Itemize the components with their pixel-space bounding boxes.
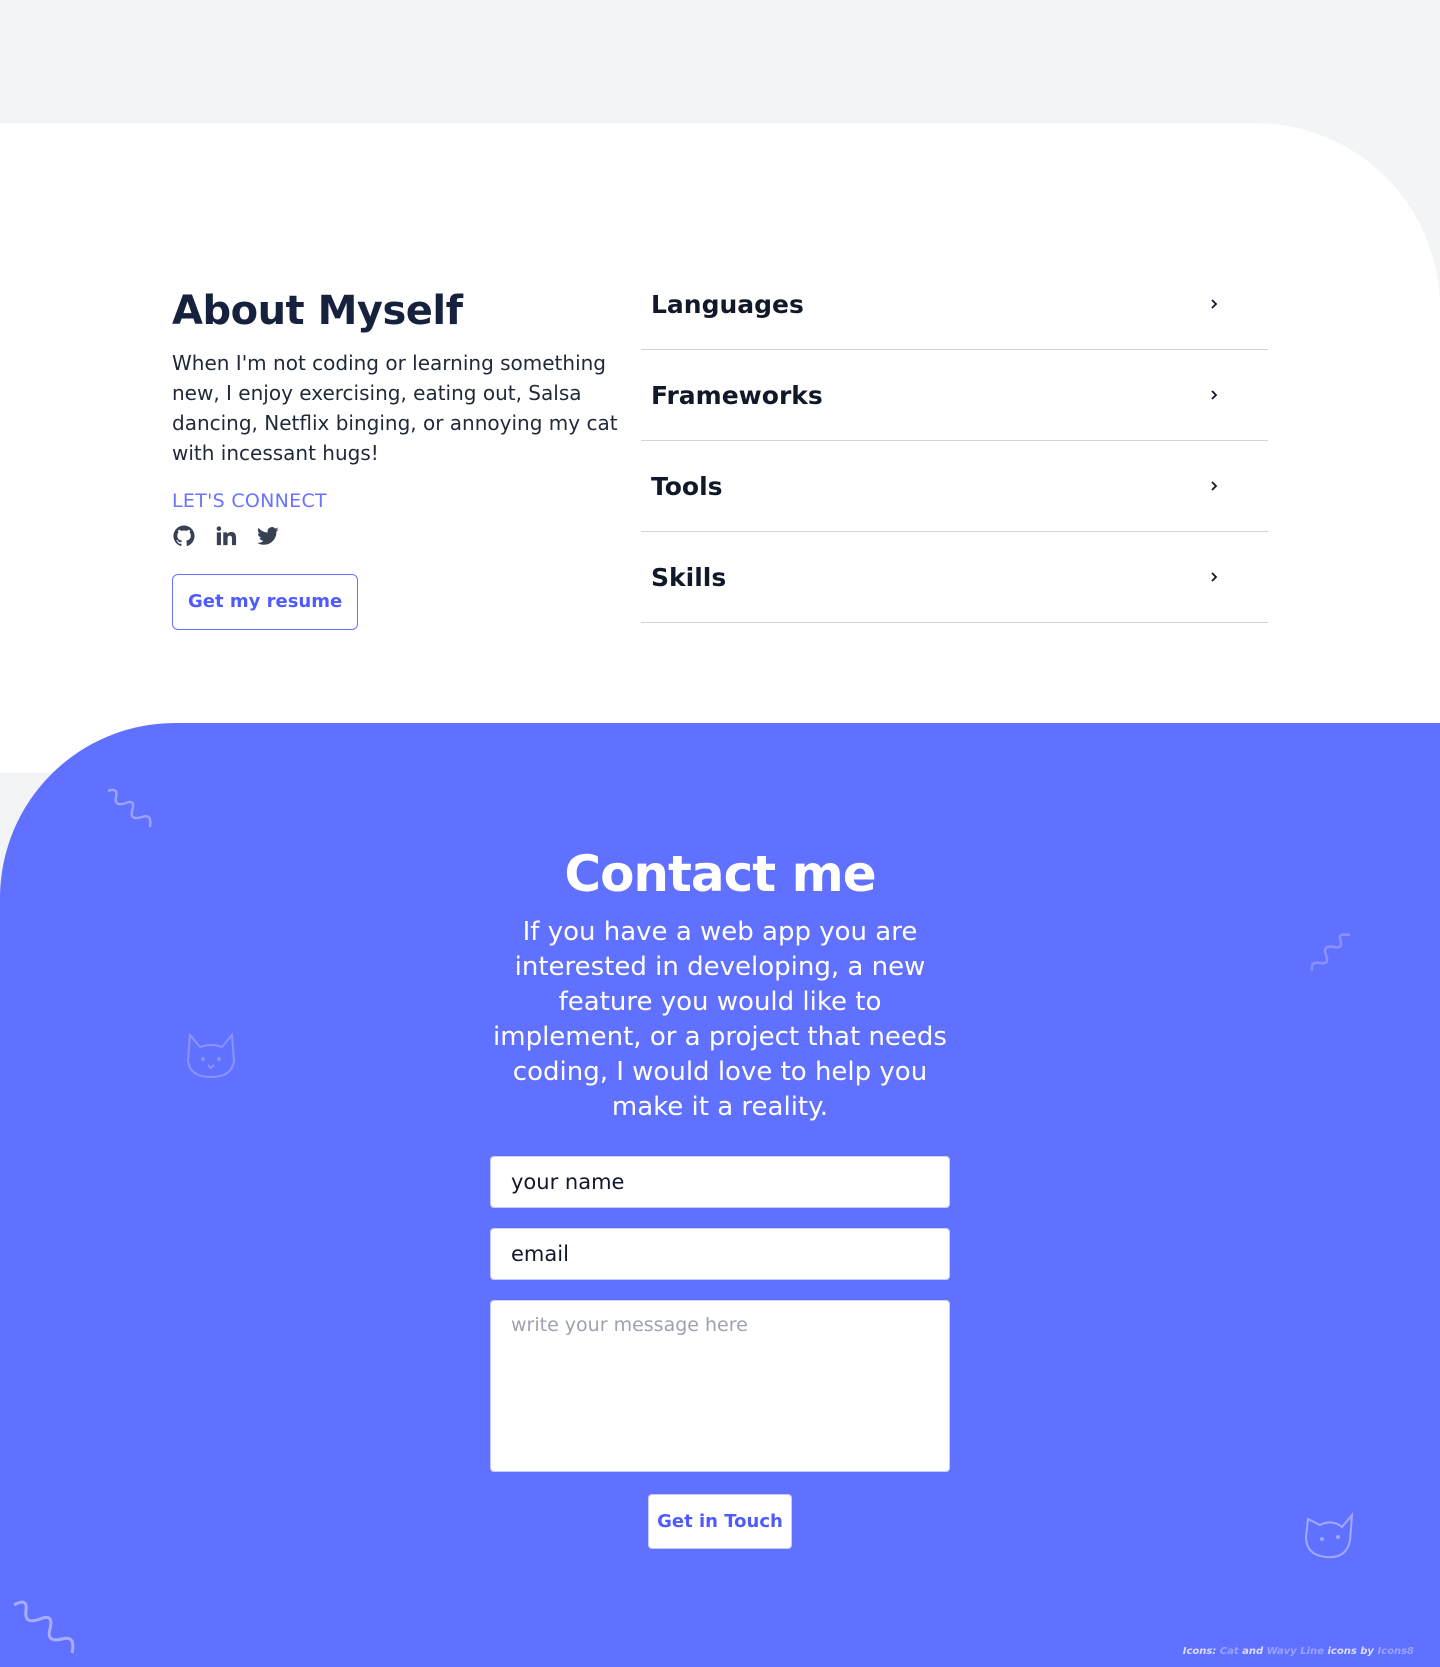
cat-icon (1304, 1511, 1354, 1559)
about-description: When I'm not coding or learning somethin… (172, 351, 618, 465)
chevron-right-icon (1211, 299, 1218, 309)
cat-icon (186, 1032, 236, 1079)
social-links (172, 524, 622, 548)
icons8-link[interactable]: Icons8 (1377, 1646, 1414, 1657)
icon-credits: Icons: Cat and Wavy Line icons by Icons8 (1183, 1646, 1414, 1657)
accordion-label: Tools (651, 471, 723, 501)
contact-title: Contact me (564, 845, 876, 903)
about-section: About Myself When I'm not coding or lear… (0, 123, 1440, 773)
wavy-line-icon-link[interactable]: Wavy Line (1267, 1646, 1324, 1657)
accordion-item-frameworks[interactable]: Frameworks (641, 350, 1268, 441)
message-textarea[interactable]: write your message here (490, 1300, 950, 1472)
lets-connect-label: LET'S CONNECT (172, 490, 327, 512)
credits-and: and (1242, 1646, 1264, 1657)
skills-accordion: Languages Frameworks Tools Skills (641, 259, 1268, 623)
accordion-item-languages[interactable]: Languages (641, 259, 1268, 350)
github-icon[interactable] (172, 524, 196, 548)
linkedin-icon[interactable] (214, 524, 238, 548)
email-field[interactable]: email (490, 1228, 950, 1280)
credits-icons-by: icons by (1327, 1646, 1374, 1657)
about-title: About Myself (172, 288, 463, 334)
name-field[interactable]: your name (490, 1156, 950, 1208)
wavy-line-icon (107, 788, 152, 828)
accordion-item-tools[interactable]: Tools (641, 441, 1268, 532)
chevron-right-icon (1211, 390, 1218, 400)
accordion-label: Frameworks (651, 380, 823, 410)
contact-description: If you have a web app you are interested… (493, 917, 947, 1122)
accordion-label: Skills (651, 562, 727, 592)
wavy-line-icon (13, 1600, 75, 1654)
twitter-icon[interactable] (256, 524, 280, 548)
credits-prefix: Icons: (1182, 1646, 1217, 1657)
get-in-touch-button[interactable]: Get in Touch (648, 1494, 792, 1549)
cat-icon-link[interactable]: Cat (1220, 1646, 1239, 1657)
about-intro: About Myself When I'm not coding or lear… (172, 289, 622, 630)
get-resume-button[interactable]: Get my resume (172, 574, 359, 630)
chevron-right-icon (1211, 481, 1218, 491)
accordion-label: Languages (651, 289, 804, 319)
accordion-item-skills[interactable]: Skills (641, 532, 1268, 623)
chevron-right-icon (1211, 572, 1218, 582)
wavy-line-icon (1310, 933, 1351, 972)
contact-section: Contact me If you have a web app you are… (0, 723, 1440, 1667)
